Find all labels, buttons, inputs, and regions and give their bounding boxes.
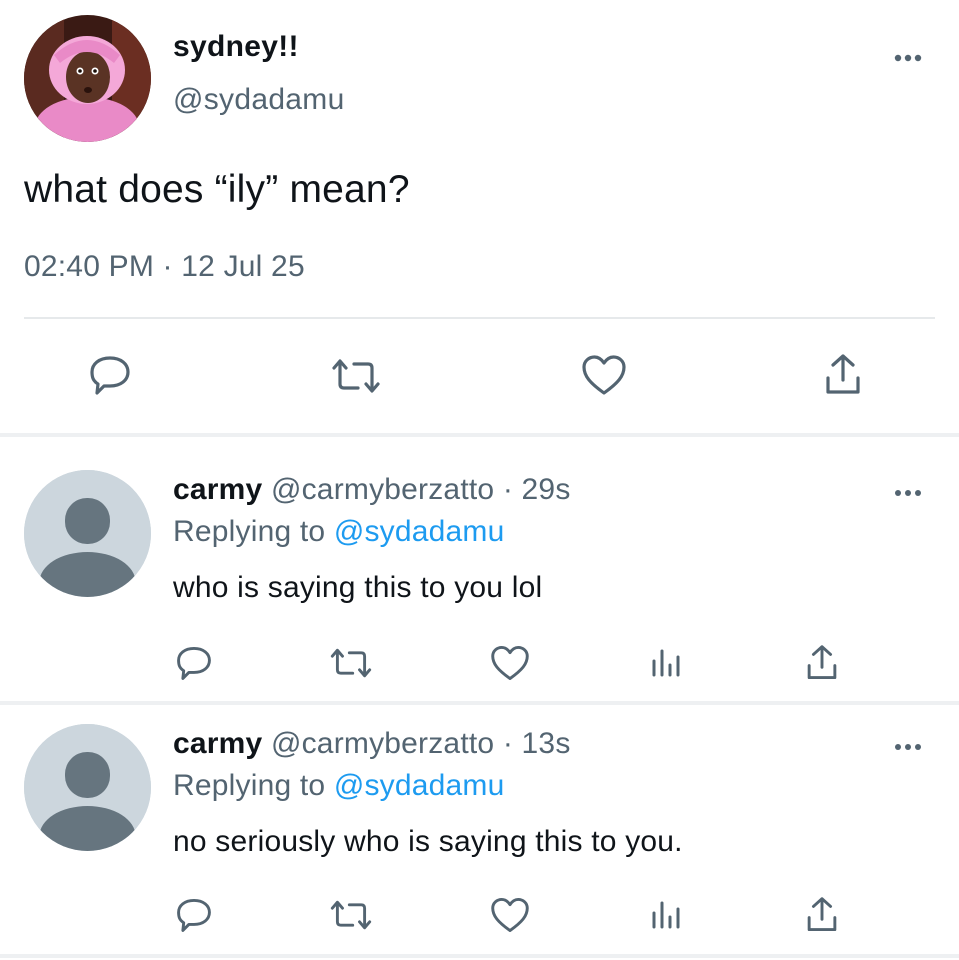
more-options-icon[interactable] [892,737,924,757]
divider [0,701,959,705]
reply-text: no seriously who is saying this to you. [173,825,683,858]
reply-icon[interactable] [88,354,132,396]
replying-to: Replying to @sydadamu [173,769,505,803]
divider [0,954,959,958]
reply-time[interactable]: 13s [522,727,571,760]
retweet-icon[interactable] [330,356,382,396]
more-options-icon[interactable] [892,48,924,68]
default-avatar-icon [24,724,151,851]
share-icon[interactable] [804,643,840,683]
replying-to: Replying to @sydadamu [173,515,505,549]
replying-to-label: Replying to [173,769,334,802]
analytics-icon[interactable] [650,897,684,931]
share-icon[interactable] [822,352,864,398]
divider [24,317,935,319]
time-separator: · [494,727,522,760]
avatar[interactable] [24,724,151,851]
like-icon[interactable] [489,644,531,682]
mention-link[interactable]: @sydadamu [334,515,505,548]
user-handle[interactable]: @sydadamu [173,83,345,117]
avatar-photo [24,15,151,142]
divider [0,433,959,437]
like-icon[interactable] [489,896,531,934]
retweet-icon[interactable] [328,646,374,680]
tweet-text: what does “ily” mean? [24,168,410,211]
user-handle[interactable]: @carmyberzatto [271,727,494,760]
time-separator: · [494,473,522,506]
replying-to-label: Replying to [173,515,334,548]
user-handle[interactable]: @carmyberzatto [271,473,494,506]
display-name[interactable]: sydney!! [173,30,299,64]
reply-icon[interactable] [175,645,213,681]
avatar[interactable] [24,15,151,142]
more-options-icon[interactable] [892,483,924,503]
retweet-icon[interactable] [328,898,374,932]
avatar[interactable] [24,470,151,597]
share-icon[interactable] [804,895,840,935]
mention-link[interactable]: @sydadamu [334,769,505,802]
tweet-timestamp[interactable]: 02:40 PM · 12 Jul 25 [24,250,305,284]
reply-icon[interactable] [175,897,213,933]
display-name[interactable]: carmy [173,473,262,506]
like-icon[interactable] [580,353,628,397]
reply-time[interactable]: 29s [522,473,571,506]
reply-text: who is saying this to you lol [173,571,543,604]
analytics-icon[interactable] [650,645,684,679]
display-name[interactable]: carmy [173,727,262,760]
default-avatar-icon [24,470,151,597]
reply-header: carmy @carmyberzatto · 13s [173,727,571,761]
reply-header: carmy @carmyberzatto · 29s [173,473,571,507]
